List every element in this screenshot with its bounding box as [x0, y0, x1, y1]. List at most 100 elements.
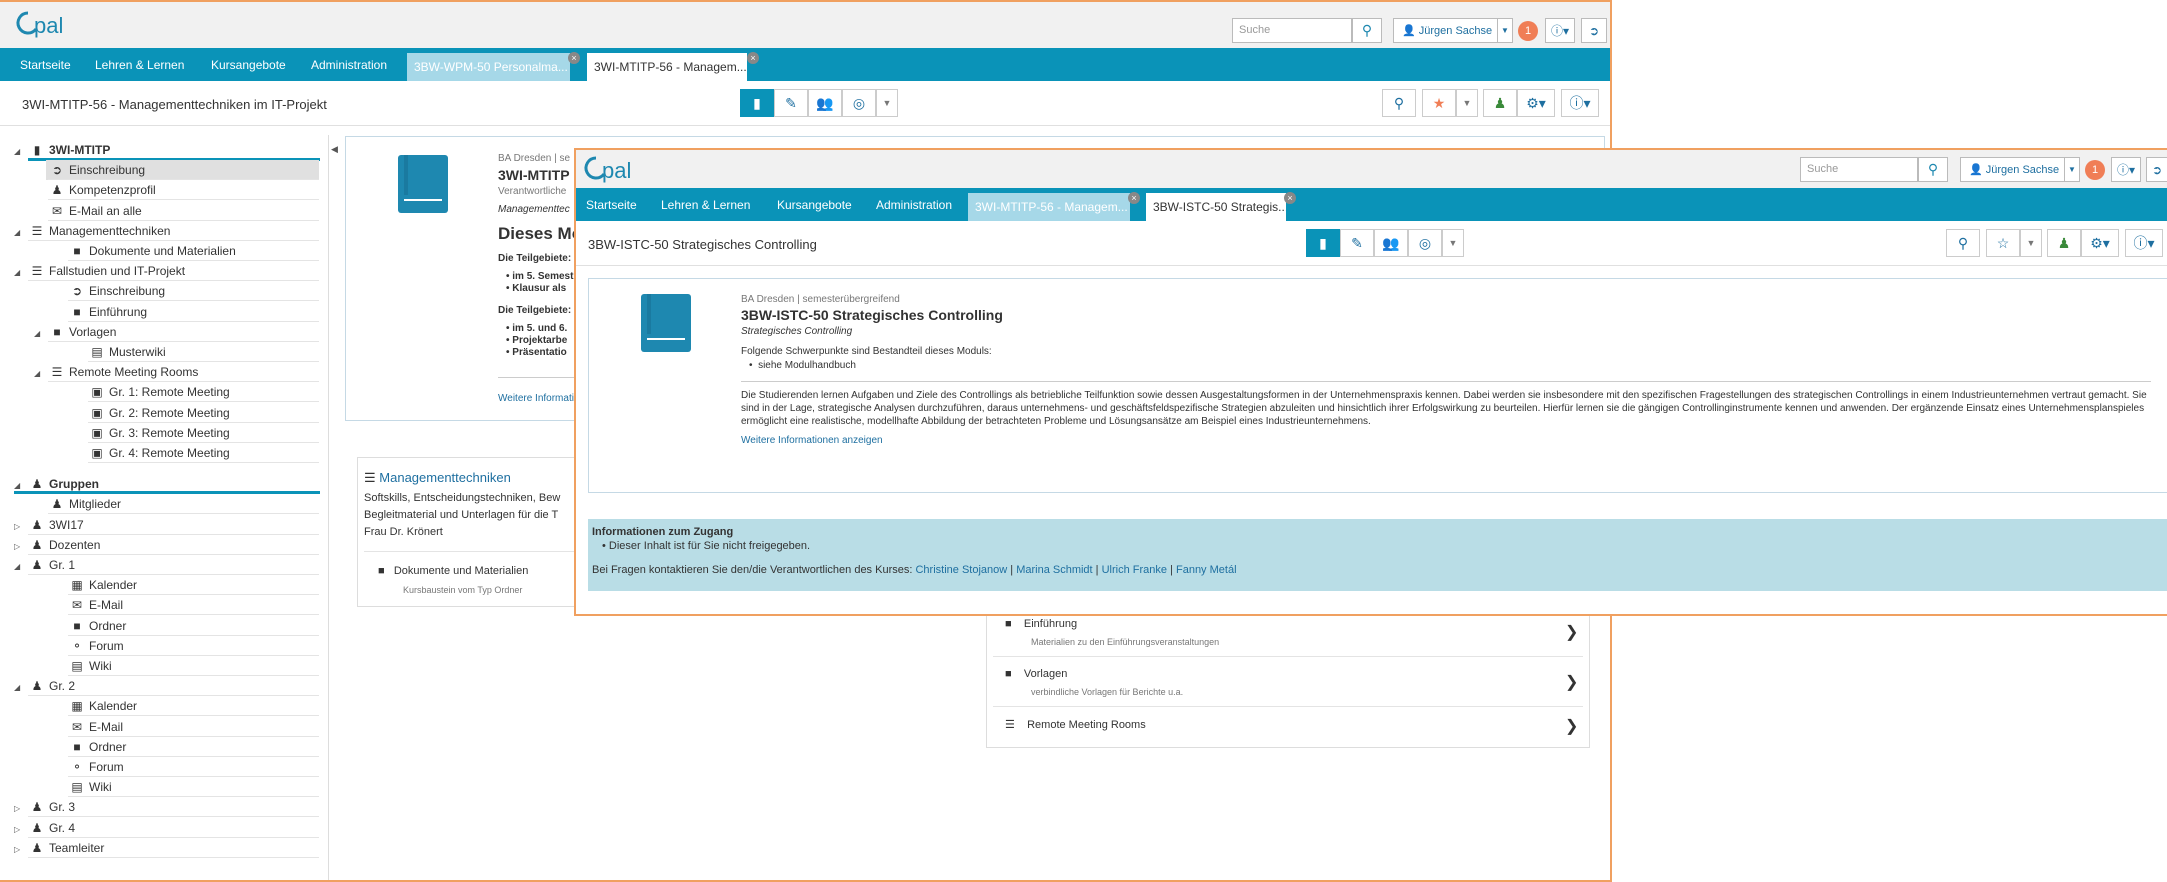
- search-button[interactable]: ⚲: [1918, 157, 1948, 182]
- menu-item[interactable]: ▷ ♟ Gr. 4: [14, 818, 75, 838]
- menu-item[interactable]: ▣ Gr. 2: Remote Meeting: [74, 403, 229, 423]
- collapse-toggle-icon[interactable]: ◢: [14, 142, 28, 162]
- nav-lehren-lernen[interactable]: Lehren & Lernen: [95, 58, 184, 72]
- mgmt-title-link[interactable]: ☰ Managementtechniken: [364, 470, 511, 486]
- menu-item[interactable]: ■ Dokumente und Materialien: [54, 241, 235, 261]
- more-info-link[interactable]: Weitere Informati: [498, 393, 574, 404]
- nav-startseite[interactable]: Startseite: [586, 198, 637, 212]
- chevron-right-icon[interactable]: ❯: [1565, 672, 1578, 692]
- contact-link[interactable]: Christine Stojanow: [915, 564, 1007, 576]
- chevron-right-icon[interactable]: ❯: [1565, 716, 1578, 736]
- menu-item[interactable]: ■ Einführung: [54, 302, 147, 322]
- settings-button[interactable]: ◎: [1408, 229, 1442, 257]
- fall-item-remote[interactable]: ☰ Remote Meeting Rooms: [1005, 718, 1146, 731]
- fall-item-einfuehrung[interactable]: ■ Einführung: [1005, 618, 1077, 630]
- menu-item[interactable]: ▤ Musterwiki: [74, 342, 165, 362]
- tab-close-icon[interactable]: ×: [1128, 192, 1140, 204]
- menu-item[interactable]: ◢ ♟ Gr. 1: [14, 555, 75, 575]
- expand-toggle-icon[interactable]: ▷: [14, 537, 28, 557]
- help-button[interactable]: ⓘ▾: [1545, 18, 1575, 43]
- nav-kursangebote[interactable]: Kursangebote: [777, 198, 852, 212]
- menu-item[interactable]: ▦ Kalender: [54, 696, 137, 716]
- tab-course-2[interactable]: 3BW-ISTC-50 Strategis...: [1146, 193, 1286, 221]
- contact-link[interactable]: Fanny Metál: [1176, 564, 1237, 576]
- edit-button[interactable]: ✎: [1340, 229, 1374, 257]
- tools-button[interactable]: ⚙▾: [1517, 89, 1555, 117]
- menu-item[interactable]: ▣ Gr. 1: Remote Meeting: [74, 382, 229, 402]
- help-button[interactable]: ⓘ▾: [2111, 157, 2141, 182]
- course-view-button[interactable]: ▮: [1306, 229, 1340, 257]
- tools-button[interactable]: ⚙▾: [2081, 229, 2119, 257]
- course-search-button[interactable]: ⚲: [1946, 229, 1980, 257]
- menu-item[interactable]: ■ Ordner: [54, 616, 126, 636]
- course-view-button[interactable]: ▮: [740, 89, 774, 117]
- menu-item[interactable]: ◢ ☰ Fallstudien und IT-Projekt: [14, 261, 185, 281]
- favorite-button[interactable]: ☆: [1986, 229, 2020, 257]
- user-dropdown-button[interactable]: ▼: [2064, 157, 2080, 182]
- collapse-toggle-icon[interactable]: ◢: [34, 324, 48, 344]
- menu-item[interactable]: ■ Ordner: [54, 737, 126, 757]
- more-dropdown-button[interactable]: ▼: [876, 89, 898, 117]
- menu-item[interactable]: ◢ ■ Vorlagen: [34, 322, 116, 342]
- favorite-dropdown[interactable]: ▼: [2020, 229, 2042, 257]
- search-button[interactable]: ⚲: [1352, 18, 1382, 43]
- collapse-sidebar-icon[interactable]: ◀: [331, 144, 338, 155]
- menu-item[interactable]: ◢ ▮ 3WI-MTITP: [14, 140, 110, 160]
- settings-button[interactable]: ◎: [842, 89, 876, 117]
- tab-close-icon[interactable]: ×: [747, 52, 759, 64]
- notification-badge[interactable]: 1: [2085, 160, 2105, 180]
- collapse-toggle-icon[interactable]: ◢: [14, 223, 28, 243]
- tab-course-1[interactable]: 3BW-WPM-50 Personalma...: [407, 53, 570, 81]
- tab-course-1[interactable]: 3WI-MTITP-56 - Managem...: [968, 193, 1130, 221]
- chevron-right-icon[interactable]: ❯: [1565, 622, 1578, 642]
- collapse-toggle-icon[interactable]: ◢: [14, 263, 28, 283]
- expand-toggle-icon[interactable]: ▷: [14, 517, 28, 537]
- menu-item[interactable]: ⚬ Forum: [54, 757, 124, 777]
- course-search-button[interactable]: ⚲: [1382, 89, 1416, 117]
- menu-item[interactable]: ▷ ♟ 3WI17: [14, 515, 84, 535]
- menu-item[interactable]: ◢ ♟ Gr. 2: [14, 676, 75, 696]
- contact-link[interactable]: Marina Schmidt: [1016, 564, 1092, 576]
- participant-button[interactable]: ♟: [1483, 89, 1517, 117]
- nav-kursangebote[interactable]: Kursangebote: [211, 58, 286, 72]
- nav-startseite[interactable]: Startseite: [20, 58, 71, 72]
- menu-item[interactable]: ▷ ♟ Teamleiter: [14, 838, 104, 858]
- search-input[interactable]: Suche: [1800, 157, 1918, 182]
- menu-item[interactable]: ◢ ☰ Managementtechniken: [14, 221, 170, 241]
- tab-close-icon[interactable]: ×: [568, 52, 580, 64]
- nav-administration[interactable]: Administration: [876, 198, 952, 212]
- notification-badge[interactable]: 1: [1518, 21, 1538, 41]
- menu-item[interactable]: ♟ Mitglieder: [34, 494, 121, 514]
- menu-item[interactable]: ▷ ♟ Gr. 3: [14, 797, 75, 817]
- menu-item[interactable]: ✉ E-Mail an alle: [34, 201, 142, 221]
- menu-item[interactable]: ♟ Kompetenzprofil: [34, 180, 156, 200]
- nav-administration[interactable]: Administration: [311, 58, 387, 72]
- logout-button[interactable]: ➲: [2146, 157, 2167, 182]
- menu-item[interactable]: ✉ E-Mail: [54, 717, 123, 737]
- menu-item[interactable]: ▣ Gr. 3: Remote Meeting: [74, 423, 229, 443]
- user-dropdown-button[interactable]: ▼: [1497, 18, 1513, 43]
- menu-item[interactable]: ➲ Einschreibung: [54, 281, 165, 301]
- course-help-button[interactable]: ⓘ▾: [2125, 229, 2163, 257]
- doc-link[interactable]: ■ Dokumente und Materialien: [378, 565, 528, 577]
- nav-lehren-lernen[interactable]: Lehren & Lernen: [661, 198, 750, 212]
- participant-button[interactable]: ♟: [2047, 229, 2081, 257]
- menu-item[interactable]: ▤ Wiki: [54, 777, 111, 797]
- fall-item-vorlagen[interactable]: ■ Vorlagen: [1005, 668, 1067, 680]
- more-info-link[interactable]: Weitere Informationen anzeigen: [741, 435, 883, 446]
- expand-toggle-icon[interactable]: ▷: [14, 820, 28, 840]
- menu-item[interactable]: ⚬ Forum: [54, 636, 124, 656]
- menu-item[interactable]: ➲ Einschreibung: [34, 160, 145, 180]
- logout-button[interactable]: ➲: [1581, 18, 1607, 43]
- favorite-dropdown[interactable]: ▼: [1456, 89, 1478, 117]
- tab-close-icon[interactable]: ×: [1284, 192, 1296, 204]
- user-menu-button[interactable]: 👤 Jürgen Sachse: [1960, 157, 2065, 182]
- favorite-button[interactable]: ★: [1422, 89, 1456, 117]
- menu-item[interactable]: ◢ ☰ Remote Meeting Rooms: [34, 362, 198, 382]
- menu-item[interactable]: ✉ E-Mail: [54, 595, 123, 615]
- contact-link[interactable]: Ulrich Franke: [1102, 564, 1167, 576]
- members-button[interactable]: 👥: [1374, 229, 1408, 257]
- members-button[interactable]: 👥: [808, 89, 842, 117]
- tab-course-2[interactable]: 3WI-MTITP-56 - Managem...: [587, 53, 747, 81]
- menu-item[interactable]: ▤ Wiki: [54, 656, 111, 676]
